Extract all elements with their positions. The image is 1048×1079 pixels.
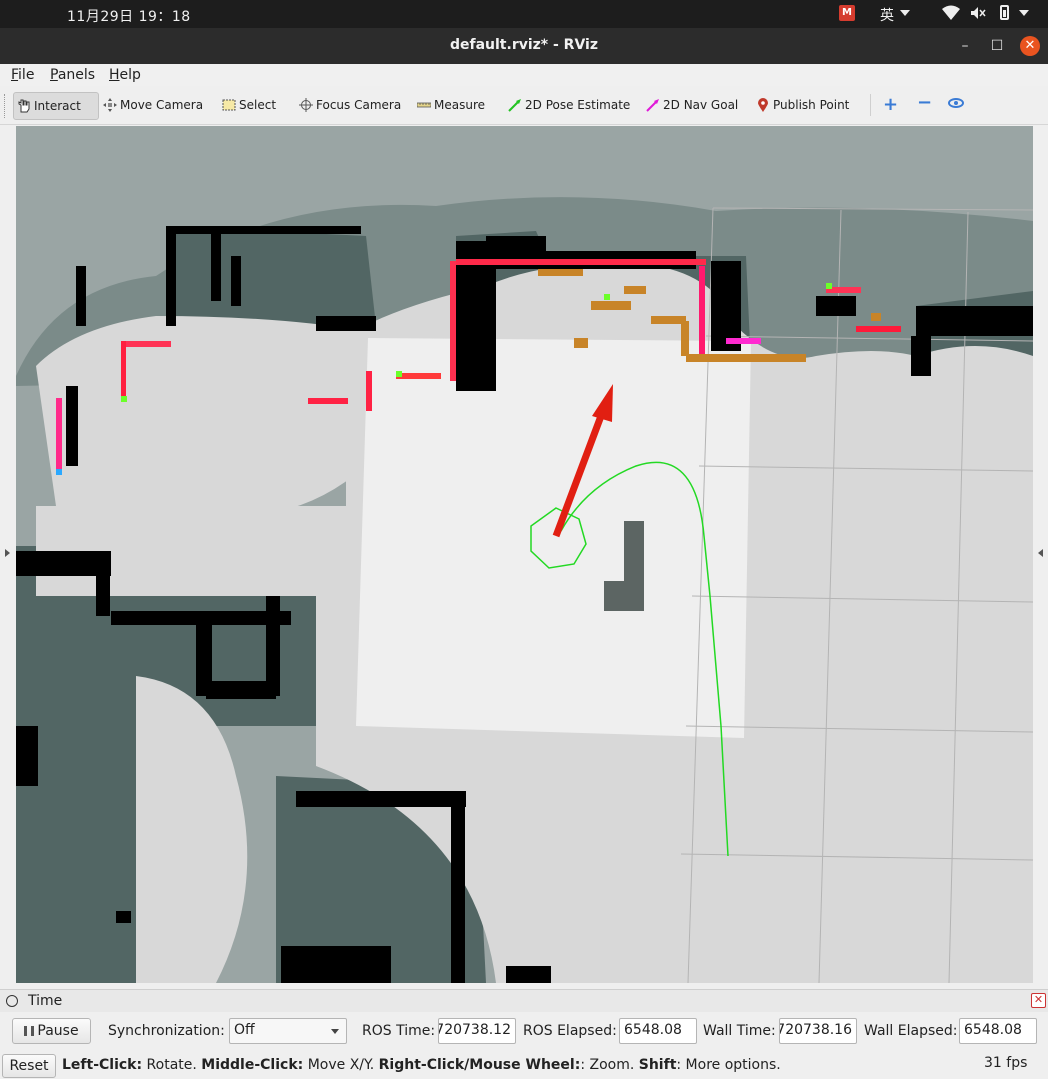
pause-icon — [24, 1026, 35, 1036]
input-language-indicator[interactable]: 英 — [880, 5, 894, 25]
select-box-icon — [222, 99, 236, 111]
crosshair-icon — [299, 98, 313, 112]
synchronization-select[interactable]: Off — [229, 1018, 347, 1044]
chevron-down-icon[interactable] — [900, 10, 910, 16]
maximize-button[interactable]: ☐ — [988, 37, 1006, 55]
render-viewport[interactable] — [16, 126, 1033, 983]
tool-interact[interactable]: Interact — [13, 92, 99, 120]
hint-key: Middle-Click: — [201, 1057, 304, 1073]
reset-button[interactable]: Reset — [2, 1054, 56, 1078]
synchronization-label: Synchronization: — [108, 1023, 225, 1039]
menu-panels[interactable]: Panels — [50, 67, 95, 83]
pause-button-label: Pause — [37, 1023, 79, 1039]
menu-file-mnemonic: F — [11, 67, 19, 83]
wall-elapsed-field[interactable]: 6548.08 — [959, 1018, 1037, 1044]
toolbar-separator — [870, 94, 871, 116]
wall-time-field[interactable]: 720738.16 — [779, 1018, 857, 1044]
wall-elapsed-label: Wall Elapsed: — [864, 1023, 958, 1039]
tool-2d-nav-goal[interactable]: 2D Nav Goal — [643, 92, 738, 120]
tool-focus-camera-label: Focus Camera — [316, 98, 402, 112]
time-panel-header: Time ✕ — [0, 989, 1048, 1012]
ros-elapsed-field[interactable]: 6548.08 — [619, 1018, 697, 1044]
hint-text: Rotate. — [142, 1057, 202, 1073]
tool-2d-pose-estimate[interactable]: 2D Pose Estimate — [505, 92, 630, 120]
tool-2d-pose-estimate-label: 2D Pose Estimate — [525, 98, 631, 112]
chevron-down-icon — [331, 1029, 339, 1034]
tool-measure[interactable]: Measure — [414, 92, 485, 120]
ros-time-label: ROS Time: — [362, 1023, 436, 1039]
hand-icon — [18, 99, 30, 113]
time-panel-title: Time — [28, 993, 63, 1009]
menu-panels-mnemonic: P — [50, 67, 58, 83]
eye-icon[interactable] — [948, 98, 964, 108]
ros-time-field[interactable]: 720738.12 — [438, 1018, 516, 1044]
tool-select[interactable]: Select — [219, 92, 276, 120]
minimize-button[interactable]: – — [956, 37, 974, 55]
hint-key: Right-Click/Mouse Wheel: — [378, 1057, 581, 1073]
hint-key: Shift — [638, 1057, 677, 1073]
pause-button[interactable]: Pause — [12, 1018, 91, 1044]
status-bar: Reset Left-Click: Rotate. Middle-Click: … — [0, 1051, 1048, 1079]
ros-elapsed-label: ROS Elapsed: — [523, 1023, 617, 1039]
menu-bar: File Panels Help — [0, 64, 1048, 86]
hint-text: : More options. — [676, 1057, 781, 1073]
right-dock-toggle[interactable] — [1038, 549, 1043, 557]
map-pin-icon — [758, 98, 768, 112]
system-clock[interactable]: 11月29日 19：18 — [67, 6, 191, 26]
hint-text: : Zoom. — [580, 1057, 639, 1073]
ruler-icon — [417, 102, 431, 108]
fps-indicator: 31 fps — [984, 1055, 1028, 1071]
magenta-arrow-icon — [646, 99, 659, 112]
tool-measure-label: Measure — [434, 98, 485, 112]
tool-move-camera[interactable]: Move Camera — [100, 92, 203, 120]
window-title: default.rviz* - RViz — [449, 37, 598, 53]
wifi-icon[interactable] — [942, 5, 960, 21]
remove-tool-button[interactable]: − — [917, 92, 932, 113]
menu-help[interactable]: Help — [109, 67, 141, 83]
green-arrow-icon — [508, 99, 521, 112]
chevron-down-icon[interactable] — [1019, 10, 1029, 16]
tool-select-label: Select — [239, 98, 277, 112]
tool-interact-label: Interact — [34, 99, 81, 113]
local-costmap — [356, 338, 751, 738]
synchronization-value: Off — [234, 1022, 255, 1038]
close-window-button[interactable]: ✕ — [1020, 36, 1040, 56]
tool-publish-point[interactable]: Publish Point — [753, 92, 849, 120]
battery-icon[interactable] — [1000, 5, 1009, 20]
add-tool-button[interactable]: + — [883, 94, 898, 115]
left-dock-toggle[interactable] — [5, 549, 10, 557]
menu-file-label: ile — [18, 67, 35, 83]
hint-text: Move X/Y. — [303, 1057, 379, 1073]
close-panel-button[interactable]: ✕ — [1031, 993, 1046, 1008]
ros-time-value: 720738.12 — [438, 1022, 511, 1038]
toolbar-grip[interactable] — [4, 94, 8, 118]
menu-help-label: elp — [119, 67, 141, 83]
wall-elapsed-value: 6548.08 — [964, 1022, 1022, 1038]
input-method-icon[interactable]: M — [839, 5, 855, 21]
wall-time-value: 720738.16 — [779, 1022, 852, 1038]
clock-icon — [6, 995, 18, 1007]
map-canvas[interactable] — [16, 126, 1033, 983]
window-title-bar: default.rviz* - RViz – ☐ ✕ — [0, 28, 1048, 64]
menu-panels-label: anels — [57, 67, 96, 83]
move-camera-icon — [103, 98, 117, 112]
volume-muted-icon[interactable] — [970, 6, 986, 20]
mouse-hint: Left-Click: Rotate. Middle-Click: Move X… — [62, 1057, 781, 1073]
tool-move-camera-label: Move Camera — [120, 98, 204, 112]
menu-help-mnemonic: H — [109, 67, 120, 83]
wall-time-label: Wall Time: — [703, 1023, 776, 1039]
tool-publish-point-label: Publish Point — [773, 98, 850, 112]
tool-focus-camera[interactable]: Focus Camera — [296, 92, 401, 120]
system-top-bar: 11月29日 19：18 M 英 — [0, 0, 1048, 28]
tool-2d-nav-goal-label: 2D Nav Goal — [663, 98, 739, 112]
time-panel-row: Pause Synchronization: Off ROS Time: 720… — [0, 1013, 1048, 1049]
menu-file[interactable]: File — [11, 67, 34, 83]
hint-key: Left-Click: — [62, 1057, 143, 1073]
ros-elapsed-value: 6548.08 — [624, 1022, 682, 1038]
